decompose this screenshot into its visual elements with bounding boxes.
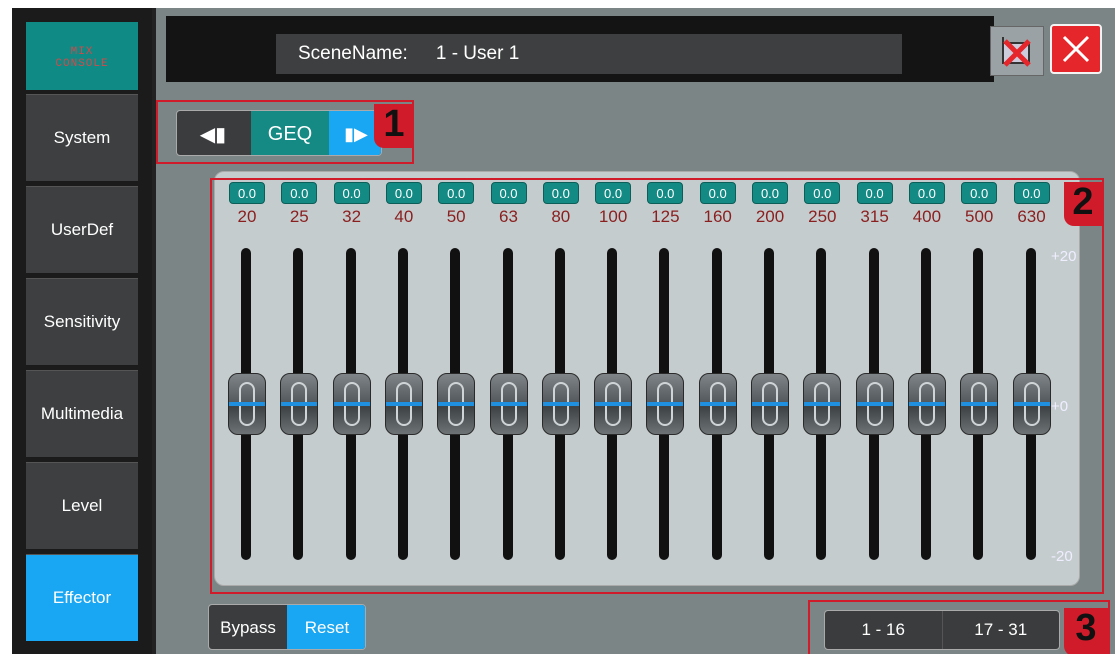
effect-selector-group: ◀▮ GEQ ▮▶ 1 <box>156 100 414 164</box>
scene-name-label: SceneName: <box>298 43 408 64</box>
sidebar-item-label: Level <box>61 496 103 515</box>
marker-3: 3 <box>1064 608 1108 654</box>
page-1-16-button[interactable]: 1 - 16 <box>825 611 942 649</box>
sidebar-item-multimedia[interactable]: Multimedia <box>26 370 138 458</box>
app-window: MIX CONSOLE System UserDef Sensitivity M… <box>12 8 1115 654</box>
sidebar-item-label: UserDef <box>50 220 114 239</box>
bypass-button[interactable]: Bypass <box>209 605 287 649</box>
marker-2: 2 <box>1064 182 1102 226</box>
bypass-reset-group: Bypass Reset <box>208 604 366 650</box>
header-bar: SceneName: 1 - User 1 <box>166 16 994 82</box>
effect-name: GEQ <box>251 111 329 155</box>
prev-effect-button[interactable]: ◀▮ <box>177 111 249 155</box>
mix-console-logo: MIX CONSOLE <box>26 22 138 90</box>
sidebar-item-label: Sensitivity <box>43 312 121 331</box>
logo-line-1: MIX <box>70 46 94 58</box>
next-arrow-icon: ▮▶ <box>344 123 368 144</box>
sidebar-item-level[interactable]: Level <box>26 462 138 550</box>
effect-selector: ◀▮ GEQ ▮▶ <box>176 110 382 156</box>
marker-1: 1 <box>374 104 414 148</box>
reset-button[interactable]: Reset <box>287 605 365 649</box>
close-button[interactable] <box>1050 24 1102 74</box>
page-17-31-button[interactable]: 17 - 31 <box>941 611 1060 649</box>
sidebar-item-sensitivity[interactable]: Sensitivity <box>26 278 138 366</box>
save-icon <box>1002 37 1031 67</box>
page-selector: 1 - 16 17 - 31 <box>824 610 1060 650</box>
prev-arrow-icon: ◀▮ <box>199 123 227 146</box>
logo-line-2: CONSOLE <box>55 58 109 70</box>
sidebar-item-label: System <box>53 128 111 147</box>
save-button[interactable] <box>990 26 1044 76</box>
main-panel: SceneName: 1 - User 1 ◀▮ GEQ ▮▶ 1 0.0 20… <box>152 8 1115 654</box>
sidebar-item-label: Effector <box>52 588 112 607</box>
sidebar-item-label: Multimedia <box>40 404 124 423</box>
sidebar-item-effector[interactable]: Effector <box>26 554 138 642</box>
scene-name-field: SceneName: 1 - User 1 <box>276 34 902 74</box>
sidebar-item-userdef[interactable]: UserDef <box>26 186 138 274</box>
sidebar-item-system[interactable]: System <box>26 94 138 182</box>
page-selector-group: 1 - 16 17 - 31 3 <box>808 600 1110 654</box>
scene-name-value: 1 - User 1 <box>435 43 520 64</box>
close-icon <box>1062 35 1090 63</box>
eq-highlight-box: 2 <box>210 178 1104 594</box>
